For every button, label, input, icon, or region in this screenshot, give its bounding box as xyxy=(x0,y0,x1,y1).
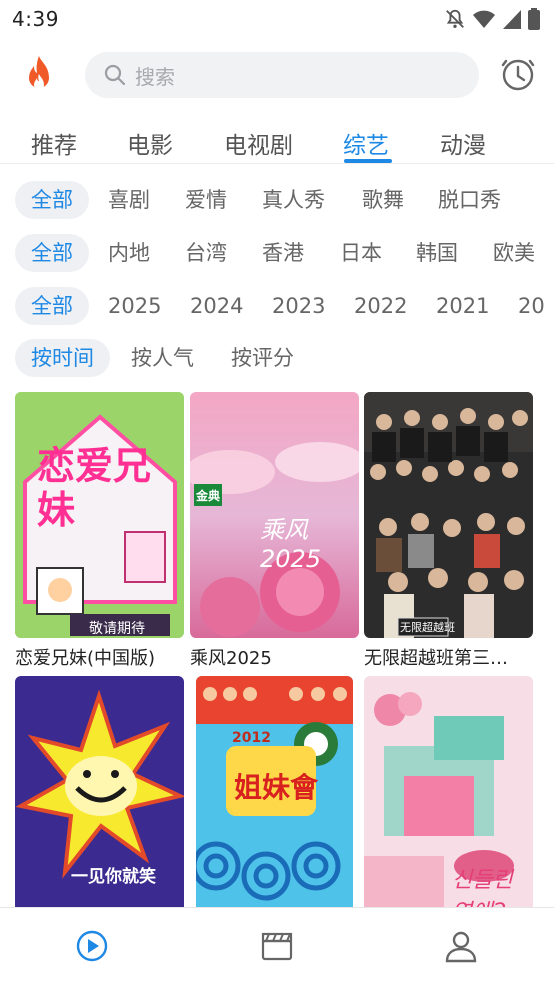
poster-year-text: 2012 xyxy=(232,730,271,746)
signal-icon xyxy=(503,10,521,29)
card-title: 无限超越班第三… xyxy=(364,648,508,669)
filter-region-korea[interactable]: 韩国 xyxy=(416,234,458,272)
battery-icon xyxy=(528,8,540,30)
sort-filter-row: 按时间 按人气 按评分 xyxy=(0,339,554,379)
play-nav-icon[interactable] xyxy=(74,928,110,964)
tab-movies[interactable]: 电影 xyxy=(127,126,173,160)
content-card[interactable]: 恋爱兄妹 敬请期待 恋爱兄妹(中国版) xyxy=(15,392,184,670)
filter-year-2020[interactable]: 20 xyxy=(518,287,545,325)
poster-title-text: 乘风2025 xyxy=(260,516,322,573)
search-bar[interactable]: 搜索 xyxy=(85,52,479,98)
filter-year-2024[interactable]: 2024 xyxy=(190,287,243,325)
filter-genre-music[interactable]: 歌舞 xyxy=(362,181,404,219)
poster-art xyxy=(364,392,533,638)
active-tab-indicator xyxy=(344,159,392,163)
filter-region-japan[interactable]: 日本 xyxy=(340,234,382,272)
filter-genre-talkshow[interactable]: 脱口秀 xyxy=(438,181,501,219)
poster-image: 金典 乘风2025 xyxy=(190,392,359,638)
flame-logo-icon[interactable] xyxy=(22,54,56,96)
content-card[interactable]: 无限超越班 无限超越班第三… xyxy=(364,392,533,670)
search-input[interactable]: 搜索 xyxy=(135,61,175,90)
content-card[interactable]: 신들린 연애2 xyxy=(364,676,533,922)
notifications-off-icon xyxy=(446,9,464,28)
poster-badge-text: 金典 xyxy=(196,489,221,503)
sort-by-rating[interactable]: 按评分 xyxy=(231,339,294,377)
wifi-icon xyxy=(473,10,495,28)
filter-region-all[interactable]: 全部 xyxy=(15,234,89,272)
filter-region-hongkong[interactable]: 香港 xyxy=(262,234,304,272)
tab-recommend[interactable]: 推荐 xyxy=(31,126,77,160)
card-title: 恋爱兄妹(中国版) xyxy=(15,648,156,669)
tab-tv-series[interactable]: 电视剧 xyxy=(224,126,293,160)
poster-image: 신들린 연애2 xyxy=(364,676,533,922)
poster-title-text: 姐妹會 xyxy=(234,771,319,804)
status-bar: 4:39 xyxy=(0,0,554,38)
profile-nav-icon[interactable] xyxy=(443,928,479,964)
filter-region-taiwan[interactable]: 台湾 xyxy=(185,234,227,272)
poster-image: 一见你就笑 xyxy=(15,676,184,922)
poster-subtitle-text: 敬请期待 xyxy=(89,621,145,637)
poster-title-text: 一见你就笑 xyxy=(71,867,156,887)
status-time: 4:39 xyxy=(12,7,59,31)
content-card[interactable]: 一见你就笑 xyxy=(15,676,184,922)
filter-year-all[interactable]: 全部 xyxy=(15,287,89,325)
poster-image: 2012 姐妹會 xyxy=(196,676,353,922)
sort-by-time[interactable]: 按时间 xyxy=(15,339,110,377)
year-filter-row: 全部 2025 2024 2023 2022 2021 20 xyxy=(0,287,554,327)
filter-year-2023[interactable]: 2023 xyxy=(272,287,325,325)
region-filter-row: 全部 内地 台湾 香港 日本 韩国 欧美 xyxy=(0,234,554,274)
tab-anime[interactable]: 动漫 xyxy=(440,126,486,160)
filter-genre-all[interactable]: 全部 xyxy=(15,181,89,219)
poster-title-text: 无限超越班 xyxy=(400,621,455,634)
poster-image: 恋爱兄妹 敬请期待 xyxy=(15,392,184,638)
status-icons xyxy=(444,8,540,30)
sort-by-popularity[interactable]: 按人气 xyxy=(131,339,194,377)
genre-filter-row: 全部 喜剧 爱情 真人秀 歌舞 脱口秀 xyxy=(0,181,554,221)
header: 搜索 xyxy=(0,46,554,104)
filter-genre-reality[interactable]: 真人秀 xyxy=(262,181,325,219)
card-title: 乘风2025 xyxy=(190,648,272,669)
filter-genre-comedy[interactable]: 喜剧 xyxy=(108,181,150,219)
category-tabs: 推荐 电影 电视剧 综艺 动漫 xyxy=(0,118,554,164)
filter-region-mainland[interactable]: 内地 xyxy=(108,234,150,272)
poster-image: 无限超越班 xyxy=(364,392,533,638)
history-icon[interactable] xyxy=(500,56,536,92)
search-icon xyxy=(104,64,126,86)
clapperboard-nav-icon[interactable] xyxy=(259,928,295,964)
poster-title-text: 恋爱兄妹 xyxy=(37,444,152,532)
tab-variety[interactable]: 综艺 xyxy=(343,126,389,160)
filter-year-2025[interactable]: 2025 xyxy=(108,287,161,325)
filter-genre-romance[interactable]: 爱情 xyxy=(185,181,227,219)
content-card[interactable]: 金典 乘风2025 乘风2025 xyxy=(190,392,359,670)
filter-year-2021[interactable]: 2021 xyxy=(436,287,489,325)
content-card[interactable]: 2012 姐妹會 xyxy=(196,676,365,922)
filter-year-2022[interactable]: 2022 xyxy=(354,287,407,325)
bottom-navigation xyxy=(0,907,554,985)
filter-region-western[interactable]: 欧美 xyxy=(493,234,535,272)
